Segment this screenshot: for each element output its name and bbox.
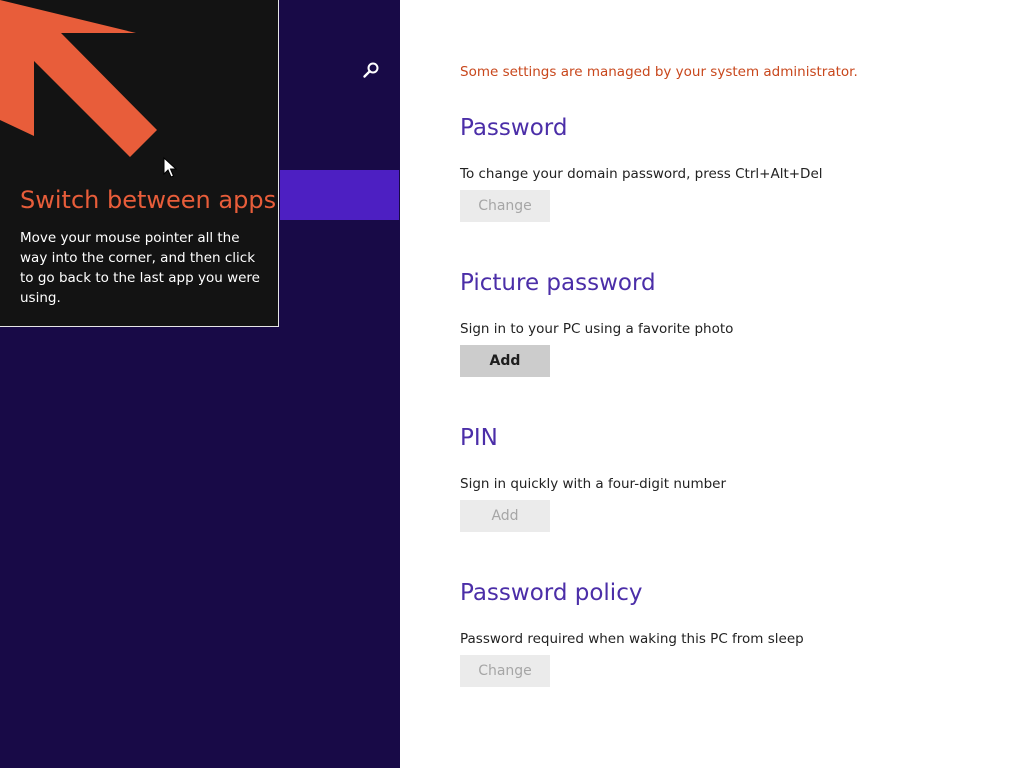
tip-title: Switch between apps xyxy=(20,186,277,214)
section-title: Picture password xyxy=(460,270,656,296)
nav-item-selected[interactable] xyxy=(280,170,399,220)
section-title: Password xyxy=(460,115,568,141)
section-description: Sign in to your PC using a favorite phot… xyxy=(460,321,734,337)
section-title: Password policy xyxy=(460,580,643,606)
add-pin-button[interactable]: Add xyxy=(460,500,550,532)
change-password-policy-button[interactable]: Change xyxy=(460,655,550,687)
section-description: Sign in quickly with a four-digit number xyxy=(460,476,727,492)
mouse-cursor-icon xyxy=(163,157,177,178)
tip-body: Move your mouse pointer all the way into… xyxy=(20,230,260,306)
section-description: Password required when waking this PC fr… xyxy=(460,631,804,647)
settings-nav-pane: Switch between apps Move your mouse poin… xyxy=(0,0,400,768)
add-picture-password-button[interactable]: Add xyxy=(460,345,550,377)
section-description: To change your domain password, press Ct… xyxy=(460,166,823,182)
section-title: PIN xyxy=(460,425,498,451)
change-password-button[interactable]: Change xyxy=(460,190,550,222)
switch-apps-tip: Switch between apps Move your mouse poin… xyxy=(0,0,279,327)
search-icon[interactable] xyxy=(361,60,381,80)
arrow-up-left-icon xyxy=(0,0,157,157)
admin-notice: Some settings are managed by your system… xyxy=(460,64,858,80)
sign-in-options-content: Some settings are managed by your system… xyxy=(460,0,1000,768)
